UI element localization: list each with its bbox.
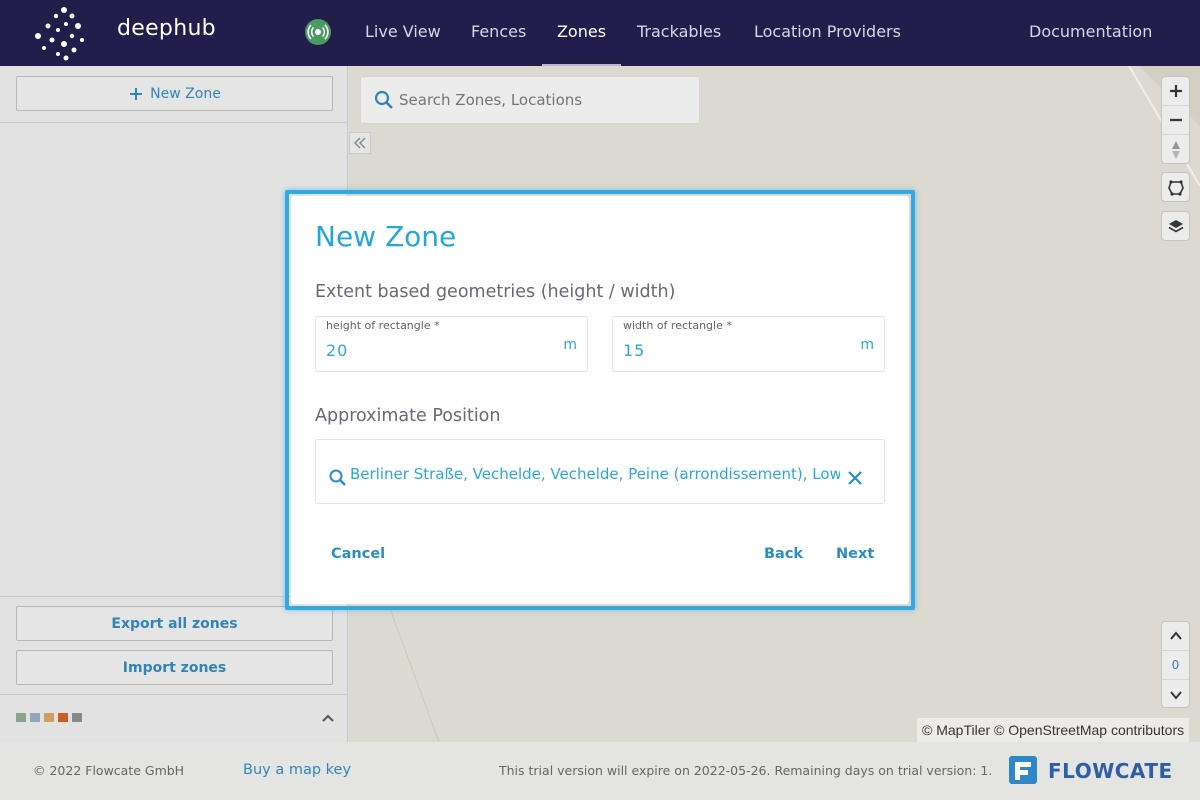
extent-section-title: Extent based geometries (height / width) bbox=[315, 282, 676, 302]
nav-fences[interactable]: Fences bbox=[471, 0, 526, 66]
position-value[interactable]: Berliner Straße, Vechelde, Vechelde, Pei… bbox=[350, 465, 840, 483]
width-unit: m bbox=[860, 337, 874, 353]
search-icon bbox=[329, 469, 346, 486]
nav-trackables[interactable]: Trackables bbox=[637, 0, 721, 66]
nav-live-view[interactable]: Live View bbox=[365, 0, 441, 66]
deephub-logo[interactable]: deephub bbox=[30, 4, 216, 62]
height-field[interactable]: height of rectangle * 20 m bbox=[315, 316, 588, 372]
nav-documentation[interactable]: Documentation bbox=[1029, 0, 1152, 66]
close-icon[interactable] bbox=[846, 469, 864, 487]
height-unit: m bbox=[563, 337, 577, 353]
dialog-title: New Zone bbox=[315, 220, 457, 253]
position-section-title: Approximate Position bbox=[315, 406, 501, 426]
buy-map-key-link[interactable]: Buy a map key bbox=[243, 762, 351, 778]
next-button[interactable]: Next bbox=[836, 546, 874, 562]
width-field[interactable]: width of rectangle * 15 m bbox=[612, 316, 885, 372]
flowcate-wordmark: FLOWCATE bbox=[1048, 759, 1173, 783]
deephub-logo-mark-icon bbox=[35, 7, 84, 61]
nav-zones[interactable]: Zones bbox=[542, 0, 621, 66]
footer: © 2022 Flowcate GmbH Buy a map key This … bbox=[0, 742, 1200, 800]
height-label: height of rectangle * bbox=[326, 319, 440, 332]
top-navbar: deephub Live View Fences Zones Trackable… bbox=[0, 0, 1200, 66]
flowcate-logo-icon bbox=[1009, 756, 1037, 784]
connection-status-icon[interactable] bbox=[305, 19, 331, 45]
trial-notice: This trial version will expire on 2022-0… bbox=[499, 763, 993, 778]
height-value[interactable]: 20 bbox=[326, 341, 348, 360]
position-search-field[interactable]: Berliner Straße, Vechelde, Vechelde, Pei… bbox=[315, 439, 885, 504]
cancel-button[interactable]: Cancel bbox=[331, 546, 385, 562]
width-value[interactable]: 15 bbox=[623, 341, 645, 360]
copyright: © 2022 Flowcate GmbH bbox=[33, 763, 185, 778]
brand-name: deephub bbox=[117, 16, 216, 41]
back-button[interactable]: Back bbox=[764, 546, 803, 562]
new-zone-dialog: New Zone Extent based geometries (height… bbox=[291, 196, 909, 604]
width-label: width of rectangle * bbox=[623, 319, 732, 332]
nav-location-providers[interactable]: Location Providers bbox=[754, 0, 901, 66]
